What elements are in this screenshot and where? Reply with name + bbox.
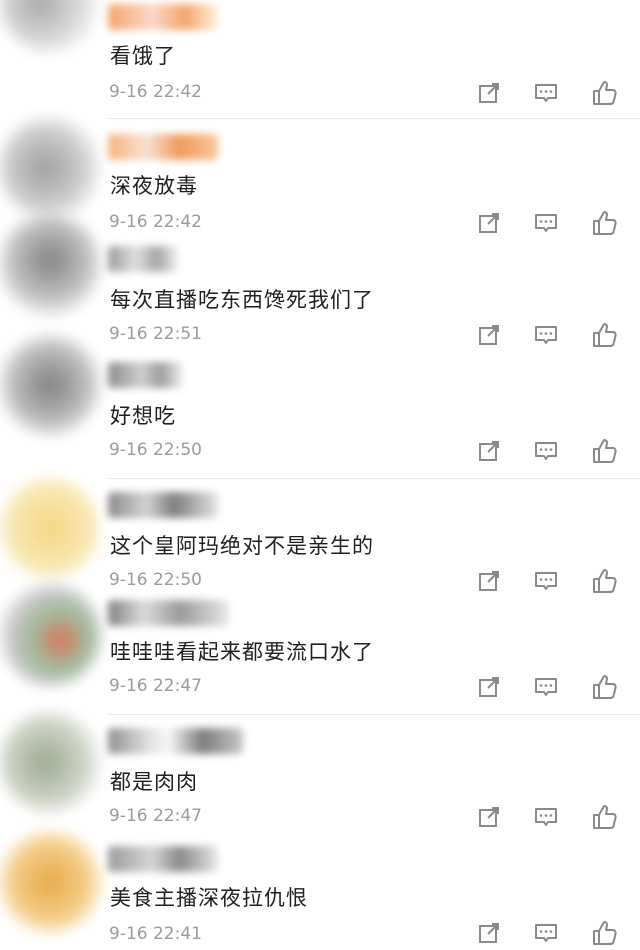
username[interactable]: [108, 362, 183, 388]
share-icon[interactable]: [474, 208, 504, 238]
username[interactable]: [108, 728, 243, 754]
comment-text: 每次直播吃东西馋死我们了: [110, 288, 374, 312]
comment-actions: [470, 672, 630, 702]
like-icon[interactable]: [589, 320, 619, 350]
share-icon[interactable]: [474, 566, 504, 596]
comment-icon[interactable]: [531, 918, 561, 948]
comment-timestamp: 9-16 22:47: [109, 676, 202, 696]
divider: [108, 714, 640, 715]
comment-actions: [470, 320, 630, 350]
comment-text: 看饿了: [110, 44, 176, 68]
avatar[interactable]: [0, 335, 100, 435]
comment-timestamp: 9-16 22:50: [109, 440, 202, 460]
share-icon[interactable]: [474, 436, 504, 466]
comment-timestamp: 9-16 22:42: [109, 82, 202, 102]
username[interactable]: [108, 846, 218, 872]
comment-text: 美食主播深夜拉仇恨: [110, 886, 308, 910]
like-icon[interactable]: [589, 436, 619, 466]
comment-timestamp: 9-16 22:41: [109, 924, 202, 944]
like-icon[interactable]: [589, 78, 619, 108]
comment-actions: [470, 208, 630, 238]
username[interactable]: [108, 134, 218, 160]
comment-timestamp: 9-16 22:42: [109, 212, 202, 232]
share-icon[interactable]: [474, 672, 504, 702]
like-icon[interactable]: [589, 566, 619, 596]
comment-actions: [470, 566, 630, 596]
comment-actions: [470, 436, 630, 466]
comment-icon[interactable]: [531, 208, 561, 238]
comment-icon[interactable]: [531, 672, 561, 702]
share-icon[interactable]: [474, 918, 504, 948]
username[interactable]: [108, 492, 218, 518]
share-icon[interactable]: [474, 78, 504, 108]
username[interactable]: [108, 246, 178, 272]
username[interactable]: [108, 4, 218, 30]
like-icon[interactable]: [589, 802, 619, 832]
comment-actions: [470, 918, 630, 948]
comment-text: 这个皇阿玛绝对不是亲生的: [110, 534, 374, 558]
comment-text: 都是肉肉: [110, 770, 198, 794]
share-icon[interactable]: [474, 320, 504, 350]
avatar[interactable]: [0, 712, 100, 812]
like-icon[interactable]: [589, 672, 619, 702]
comment-icon[interactable]: [531, 320, 561, 350]
comment-timestamp: 9-16 22:51: [109, 324, 202, 344]
comment-icon[interactable]: [531, 566, 561, 596]
avatar[interactable]: [0, 118, 100, 218]
comment-text: 哇哇哇看起来都要流口水了: [110, 640, 374, 664]
share-icon[interactable]: [474, 802, 504, 832]
divider: [108, 478, 640, 479]
comment-icon[interactable]: [531, 802, 561, 832]
comment-actions: [470, 78, 630, 108]
comment-icon[interactable]: [531, 436, 561, 466]
comment-text: 好想吃: [110, 404, 176, 428]
avatar[interactable]: [0, 832, 100, 932]
username[interactable]: [108, 600, 228, 626]
like-icon[interactable]: [589, 918, 619, 948]
avatar[interactable]: [0, 585, 100, 685]
comment-timestamp: 9-16 22:47: [109, 806, 202, 826]
avatar[interactable]: [0, 215, 100, 315]
like-icon[interactable]: [589, 208, 619, 238]
comment-text: 深夜放毒: [110, 174, 198, 198]
comment-timestamp: 9-16 22:50: [109, 570, 202, 590]
avatar[interactable]: [0, 478, 100, 578]
avatar[interactable]: [0, 0, 100, 52]
comment-icon[interactable]: [531, 78, 561, 108]
comment-actions: [470, 802, 630, 832]
divider: [108, 118, 640, 119]
